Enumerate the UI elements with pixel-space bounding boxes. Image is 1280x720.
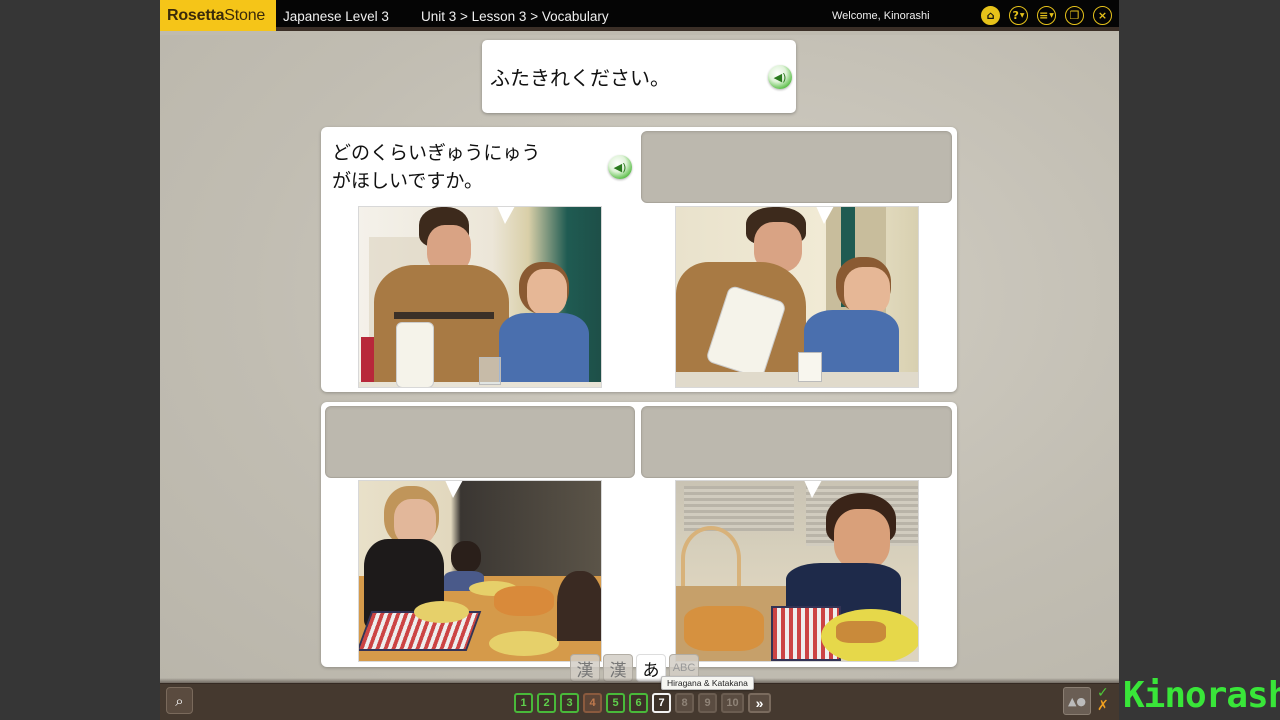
page-7-button[interactable]: 7	[652, 693, 671, 713]
page-6-button[interactable]: 6	[629, 693, 648, 713]
page-8-button[interactable]: 8	[675, 693, 694, 713]
close-icon[interactable]: ×	[1093, 6, 1112, 25]
pizza-slices	[684, 606, 764, 651]
speech-bubble-tail	[816, 207, 834, 224]
boy-face	[834, 509, 890, 569]
photo-man-with-milk-jug[interactable]	[358, 206, 602, 388]
photo-boy-taking-pizza[interactable]	[675, 480, 919, 662]
yellow-plate	[414, 601, 469, 623]
empty-glass	[479, 357, 501, 385]
top-bar: RosettaStone Japanese Level 3 Unit 3 > L…	[160, 0, 1119, 31]
caption-text: どのくらいぎゅうにゅう がほしいですか。	[332, 139, 540, 195]
pizza	[494, 586, 554, 616]
boy-shirt	[499, 313, 589, 383]
breadcrumb: Unit 3 > Lesson 3 > Vocabulary	[421, 9, 609, 24]
sweater-stripe	[394, 312, 494, 319]
score-markers: ✓ ✗	[1097, 686, 1109, 714]
page-5-button[interactable]: 5	[606, 693, 625, 713]
speech-bubble-tail	[804, 481, 822, 498]
prompt-text: ふたきれください。	[490, 66, 670, 90]
window-blinds	[684, 486, 794, 531]
script-tooltip: Hiragana & Katakana	[661, 676, 754, 690]
caption-line-1: どのくらいぎゅうにゅう	[332, 142, 541, 164]
chair-back	[681, 526, 741, 591]
page-1-button[interactable]: 1	[514, 693, 533, 713]
menu-list-icon[interactable]: ≡ ▼	[1037, 6, 1056, 25]
milk-jug	[396, 322, 434, 387]
milk-glass	[798, 352, 822, 382]
brand-bold: Rosetta	[167, 7, 225, 24]
photo-woman-serving-pizza[interactable]	[358, 480, 602, 662]
window-mode-icon[interactable]: ❐	[1065, 6, 1084, 25]
prompt-card: ふたきれください。 ◀)	[482, 40, 796, 113]
cross-icon: ✗	[1097, 698, 1109, 714]
speech-bubble-tail	[445, 481, 463, 498]
shapes-icon[interactable]: ▲●	[1063, 687, 1091, 715]
watermark-text: Kinorashi	[1123, 675, 1280, 716]
speaker-icon[interactable]: ◀)	[608, 155, 632, 179]
bottom-panel	[321, 402, 957, 667]
girl-head	[451, 541, 481, 573]
boy-face	[844, 267, 890, 315]
welcome-message: Welcome, Kinorashi	[832, 10, 930, 22]
empty-caption-slot-top-right[interactable]	[641, 131, 952, 203]
boy-head	[557, 571, 601, 641]
top-panel: どのくらいぎゅうにゅう がほしいですか。 ◀)	[321, 127, 957, 392]
rosetta-stone-app: RosettaStone Japanese Level 3 Unit 3 > L…	[160, 0, 1119, 720]
page-2-button[interactable]: 2	[537, 693, 556, 713]
help-icon[interactable]: ? ▼	[1009, 6, 1028, 25]
page-4-button[interactable]: 4	[583, 693, 602, 713]
next-page-button[interactable]: »	[748, 693, 771, 713]
page-9-button[interactable]: 9	[698, 693, 717, 713]
bottom-bar: ⌕ 1 2 3 4 5 6 7 8 9 10 » ▲● ✓ ✗	[160, 678, 1119, 720]
speaker-icon[interactable]: ◀)	[768, 65, 792, 89]
photo-man-pouring-milk[interactable]	[675, 206, 919, 388]
pagination: 1 2 3 4 5 6 7 8 9 10 »	[514, 693, 771, 713]
yellow-plate	[489, 631, 559, 656]
pizza-slice-on-plate	[836, 621, 886, 643]
boy-face	[527, 269, 567, 315]
magnifier-icon[interactable]: ⌕	[166, 687, 193, 714]
top-toolbar: ⌂ ? ▼ ≡ ▼ ❐ ×	[981, 6, 1112, 25]
speech-bubble-tail	[497, 207, 515, 224]
home-icon[interactable]: ⌂	[981, 6, 1000, 25]
page-10-button[interactable]: 10	[721, 693, 744, 713]
page-3-button[interactable]: 3	[560, 693, 579, 713]
course-title: Japanese Level 3	[283, 9, 389, 24]
rosetta-stone-logo: RosettaStone	[160, 0, 276, 31]
empty-caption-slot-bottom-left[interactable]	[325, 406, 635, 478]
caption-line-2: がほしいですか。	[332, 170, 484, 192]
empty-caption-slot-bottom-right[interactable]	[641, 406, 952, 478]
brand-light: Stone	[224, 7, 266, 24]
